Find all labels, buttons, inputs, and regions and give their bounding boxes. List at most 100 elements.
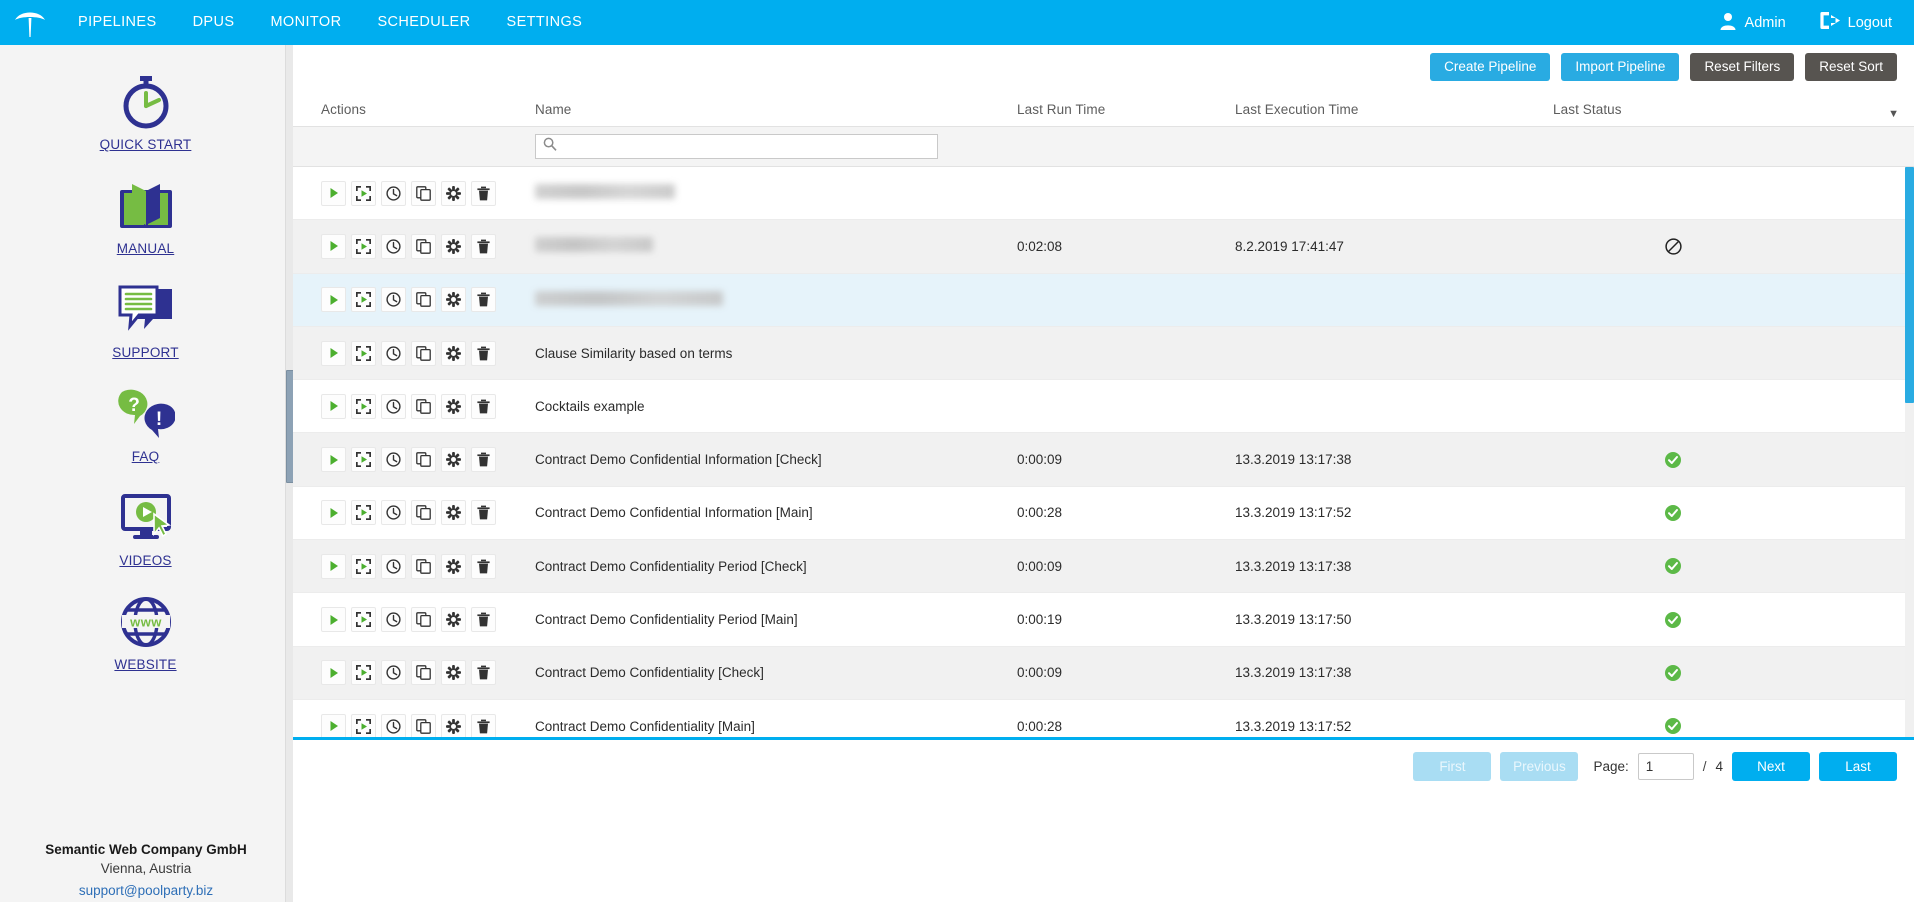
clock-history-icon[interactable] bbox=[381, 554, 406, 579]
play-icon[interactable] bbox=[321, 287, 346, 312]
pagination-page-input[interactable] bbox=[1638, 753, 1694, 780]
run-debug-icon[interactable] bbox=[351, 554, 376, 579]
run-debug-icon[interactable] bbox=[351, 714, 376, 739]
table-row[interactable] bbox=[293, 274, 1914, 327]
gear-icon[interactable] bbox=[441, 447, 466, 472]
table-row[interactable]: Contract Demo Confidential Information [… bbox=[293, 487, 1914, 540]
reset-filters-button[interactable]: Reset Filters bbox=[1690, 53, 1794, 82]
copy-icon[interactable] bbox=[411, 181, 436, 206]
copy-icon[interactable] bbox=[411, 714, 436, 739]
gear-icon[interactable] bbox=[441, 394, 466, 419]
cell-pipeline-name[interactable]: Contract Demo Confidential Information [… bbox=[535, 505, 1017, 520]
table-row[interactable]: Contract Demo Confidentiality Period [Ma… bbox=[293, 593, 1914, 646]
trash-icon[interactable] bbox=[471, 500, 496, 525]
clock-history-icon[interactable] bbox=[381, 660, 406, 685]
copy-icon[interactable] bbox=[411, 234, 436, 259]
column-header-last-run-time[interactable]: Last Run Time bbox=[1017, 102, 1235, 126]
gear-icon[interactable] bbox=[441, 500, 466, 525]
cell-pipeline-name[interactable]: Contract Demo Confidentiality Period [Ch… bbox=[535, 559, 1017, 574]
run-debug-icon[interactable] bbox=[351, 394, 376, 419]
cell-pipeline-name[interactable] bbox=[535, 291, 1017, 309]
trash-icon[interactable] bbox=[471, 447, 496, 472]
cell-pipeline-name[interactable]: Contract Demo Confidentiality Period [Ma… bbox=[535, 612, 1017, 627]
trash-icon[interactable] bbox=[471, 341, 496, 366]
run-debug-icon[interactable] bbox=[351, 607, 376, 632]
cell-pipeline-name[interactable] bbox=[535, 184, 1017, 202]
table-row[interactable]: Contract Demo Confidentiality [Check]0:0… bbox=[293, 647, 1914, 700]
copy-icon[interactable] bbox=[411, 607, 436, 632]
play-icon[interactable] bbox=[321, 394, 346, 419]
gear-icon[interactable] bbox=[441, 607, 466, 632]
clock-history-icon[interactable] bbox=[381, 447, 406, 472]
play-icon[interactable] bbox=[321, 607, 346, 632]
logout-button[interactable]: Logout bbox=[1820, 11, 1892, 34]
copy-icon[interactable] bbox=[411, 500, 436, 525]
clock-history-icon[interactable] bbox=[381, 181, 406, 206]
table-row[interactable] bbox=[293, 167, 1914, 220]
sidebar-item-faq[interactable]: ? ! FAQ bbox=[66, 383, 226, 464]
clock-history-icon[interactable] bbox=[381, 234, 406, 259]
name-filter-container[interactable] bbox=[535, 134, 938, 159]
nav-link-pipelines[interactable]: PIPELINES bbox=[60, 0, 175, 45]
run-debug-icon[interactable] bbox=[351, 447, 376, 472]
run-debug-icon[interactable] bbox=[351, 181, 376, 206]
play-icon[interactable] bbox=[321, 500, 346, 525]
clock-history-icon[interactable] bbox=[381, 714, 406, 739]
copy-icon[interactable] bbox=[411, 447, 436, 472]
column-header-last-execution-time[interactable]: Last Execution Time bbox=[1235, 102, 1553, 126]
gear-icon[interactable] bbox=[441, 714, 466, 739]
run-debug-icon[interactable] bbox=[351, 341, 376, 366]
trash-icon[interactable] bbox=[471, 394, 496, 419]
table-row[interactable]: Cocktails example bbox=[293, 380, 1914, 433]
pagination-first-button[interactable]: First bbox=[1413, 752, 1491, 781]
admin-user-button[interactable]: Admin bbox=[1718, 11, 1786, 35]
clock-history-icon[interactable] bbox=[381, 607, 406, 632]
gear-icon[interactable] bbox=[441, 554, 466, 579]
column-header-actions[interactable]: Actions bbox=[293, 102, 535, 126]
table-row[interactable]: Contract Demo Confidentiality Period [Ch… bbox=[293, 540, 1914, 593]
clock-history-icon[interactable] bbox=[381, 394, 406, 419]
table-scrollbar[interactable] bbox=[1905, 167, 1914, 740]
cell-pipeline-name[interactable]: Cocktails example bbox=[535, 399, 1017, 414]
trash-icon[interactable] bbox=[471, 607, 496, 632]
cell-pipeline-name[interactable]: Contract Demo Confidentiality [Check] bbox=[535, 665, 1017, 680]
nav-link-settings[interactable]: SETTINGS bbox=[489, 0, 601, 45]
clock-history-icon[interactable] bbox=[381, 500, 406, 525]
clock-history-icon[interactable] bbox=[381, 341, 406, 366]
sidebar-item-quick-start[interactable]: QUICK START bbox=[66, 71, 226, 152]
nav-link-dpus[interactable]: DPUS bbox=[175, 0, 253, 45]
copy-icon[interactable] bbox=[411, 287, 436, 312]
run-debug-icon[interactable] bbox=[351, 500, 376, 525]
trash-icon[interactable] bbox=[471, 554, 496, 579]
cell-pipeline-name[interactable]: Contract Demo Confidentiality [Main] bbox=[535, 719, 1017, 734]
cell-pipeline-name[interactable]: Clause Similarity based on terms bbox=[535, 346, 1017, 361]
copy-icon[interactable] bbox=[411, 394, 436, 419]
gear-icon[interactable] bbox=[441, 287, 466, 312]
import-pipeline-button[interactable]: Import Pipeline bbox=[1561, 53, 1679, 82]
trash-icon[interactable] bbox=[471, 287, 496, 312]
trash-icon[interactable] bbox=[471, 660, 496, 685]
nav-link-scheduler[interactable]: SCHEDULER bbox=[359, 0, 488, 45]
nav-link-monitor[interactable]: MONITOR bbox=[252, 0, 359, 45]
gear-icon[interactable] bbox=[441, 660, 466, 685]
play-icon[interactable] bbox=[321, 447, 346, 472]
create-pipeline-button[interactable]: Create Pipeline bbox=[1430, 53, 1550, 82]
play-icon[interactable] bbox=[321, 341, 346, 366]
play-icon[interactable] bbox=[321, 660, 346, 685]
table-row[interactable]: Contract Demo Confidential Information [… bbox=[293, 433, 1914, 486]
gear-icon[interactable] bbox=[441, 234, 466, 259]
pagination-last-button[interactable]: Last bbox=[1819, 752, 1897, 781]
run-debug-icon[interactable] bbox=[351, 287, 376, 312]
footer-support-email-link[interactable]: support@poolparty.biz bbox=[79, 883, 213, 898]
sidebar-item-support[interactable]: SUPPORT bbox=[66, 279, 226, 360]
table-row[interactable]: Contract Demo Confidentiality [Main]0:00… bbox=[293, 700, 1914, 740]
chevron-down-icon[interactable]: ▼ bbox=[1888, 108, 1899, 120]
copy-icon[interactable] bbox=[411, 554, 436, 579]
play-icon[interactable] bbox=[321, 714, 346, 739]
trash-icon[interactable] bbox=[471, 234, 496, 259]
gear-icon[interactable] bbox=[441, 341, 466, 366]
run-debug-icon[interactable] bbox=[351, 660, 376, 685]
run-debug-icon[interactable] bbox=[351, 234, 376, 259]
pagination-previous-button[interactable]: Previous bbox=[1500, 752, 1578, 781]
trash-icon[interactable] bbox=[471, 714, 496, 739]
